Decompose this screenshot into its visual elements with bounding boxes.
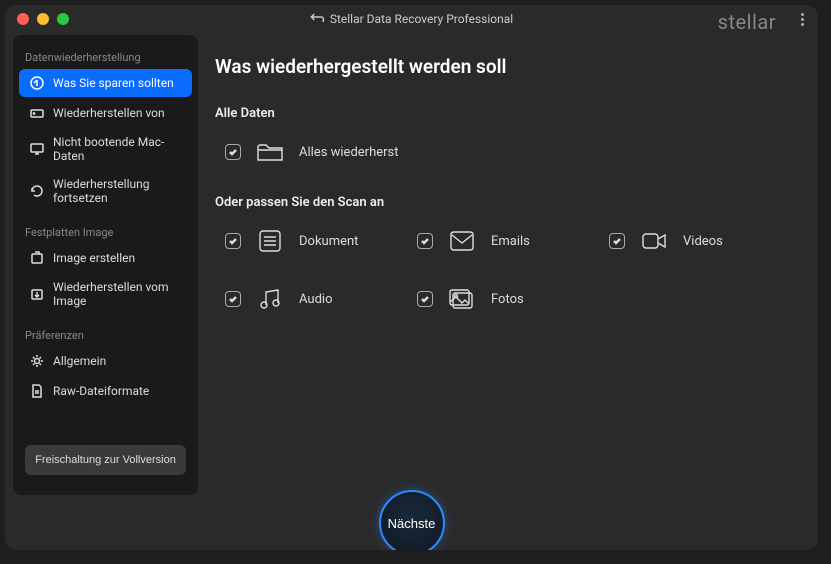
- section-title: Datenwiederherstellung: [13, 45, 198, 68]
- sidebar-item-restore-from-image[interactable]: Wiederherstellen vom Image: [19, 274, 192, 314]
- app-title-text: Stellar Data Recovery Professional: [330, 12, 513, 26]
- sidebar-item-label: Wiederherstellen vom Image: [53, 280, 182, 308]
- sidebar-item-resume-recovery[interactable]: Wiederherstellung fortsetzen: [19, 171, 192, 211]
- gear-icon: [29, 353, 45, 369]
- raw-file-icon: [29, 383, 45, 399]
- video-icon: [639, 226, 669, 256]
- option-audio[interactable]: Audio: [225, 284, 365, 314]
- option-label: Alles wiederherst: [299, 145, 399, 160]
- sidebar-item-label: Wiederherstellen von: [53, 106, 165, 120]
- section-title: Festplatten Image: [13, 220, 198, 243]
- sidebar-item-create-image[interactable]: Image erstellen: [19, 244, 192, 272]
- page-title: Was wiederhergestellt werden soll: [215, 55, 798, 78]
- brand-logo: stellar: [718, 10, 776, 34]
- sidebar-item-label: Allgemein: [53, 354, 106, 368]
- maximize-window-button[interactable]: [57, 13, 69, 25]
- option-label: Emails: [491, 234, 530, 249]
- sidebar-item-what-to-recover[interactable]: Was Sie sparen sollten: [19, 69, 192, 97]
- option-label: Videos: [683, 234, 723, 249]
- window-title: Stellar Data Recovery Professional: [310, 12, 513, 27]
- resume-icon: [29, 183, 45, 199]
- checkbox-all[interactable]: [225, 144, 241, 160]
- option-videos[interactable]: Videos: [609, 226, 749, 256]
- document-icon: [255, 226, 285, 256]
- restore-image-icon: [29, 286, 45, 302]
- checkbox-audio[interactable]: [225, 291, 241, 307]
- minimize-window-button[interactable]: [37, 13, 49, 25]
- menu-icon[interactable]: [801, 13, 804, 26]
- option-label: Audio: [299, 292, 332, 307]
- customize-heading: Oder passen Sie den Scan an: [215, 195, 798, 210]
- checkbox-emails[interactable]: [417, 233, 433, 249]
- sidebar: Datenwiederherstellung Was Sie sparen so…: [13, 35, 198, 495]
- folder-icon: [255, 137, 285, 167]
- sidebar-item-general[interactable]: Allgemein: [19, 347, 192, 375]
- sidebar-item-label: Nicht bootende Mac-Daten: [53, 135, 182, 163]
- unlock-full-version-button[interactable]: Freischaltung zur Vollversion: [25, 445, 186, 475]
- main-content: Was wiederhergestellt werden soll Alle D…: [215, 55, 798, 530]
- checkbox-document[interactable]: [225, 233, 241, 249]
- sidebar-item-recover-from[interactable]: Wiederherstellen von: [19, 99, 192, 127]
- sidebar-item-non-booting[interactable]: Nicht bootende Mac-Daten: [19, 129, 192, 169]
- next-button[interactable]: Nächste: [379, 490, 445, 550]
- photo-icon: [447, 284, 477, 314]
- sidebar-item-label: Was Sie sparen sollten: [53, 76, 174, 90]
- section-title: Präferenzen: [13, 323, 198, 346]
- titlebar: Stellar Data Recovery Professional stell…: [5, 5, 818, 33]
- option-label: Dokument: [299, 234, 358, 249]
- create-image-icon: [29, 250, 45, 266]
- option-label: Fotos: [491, 292, 524, 307]
- app-window: Stellar Data Recovery Professional stell…: [5, 5, 818, 550]
- drive-icon: [29, 105, 45, 121]
- traffic-lights: [17, 13, 69, 25]
- option-document[interactable]: Dokument: [225, 226, 365, 256]
- sidebar-item-label: Raw-Dateiformate: [53, 384, 149, 398]
- option-emails[interactable]: Emails: [417, 226, 557, 256]
- checkbox-photos[interactable]: [417, 291, 433, 307]
- close-window-button[interactable]: [17, 13, 29, 25]
- restore-icon: [29, 75, 45, 91]
- all-data-heading: Alle Daten: [215, 106, 798, 121]
- option-photos[interactable]: Fotos: [417, 284, 557, 314]
- back-icon[interactable]: [310, 12, 324, 27]
- checkbox-videos[interactable]: [609, 233, 625, 249]
- sidebar-item-raw-formats[interactable]: Raw-Dateiformate: [19, 377, 192, 405]
- option-recover-everything[interactable]: Alles wiederherst: [225, 137, 399, 167]
- audio-icon: [255, 284, 285, 314]
- sidebar-item-label: Image erstellen: [53, 251, 135, 265]
- sidebar-item-label: Wiederherstellung fortsetzen: [53, 177, 182, 205]
- monitor-icon: [29, 141, 45, 157]
- email-icon: [447, 226, 477, 256]
